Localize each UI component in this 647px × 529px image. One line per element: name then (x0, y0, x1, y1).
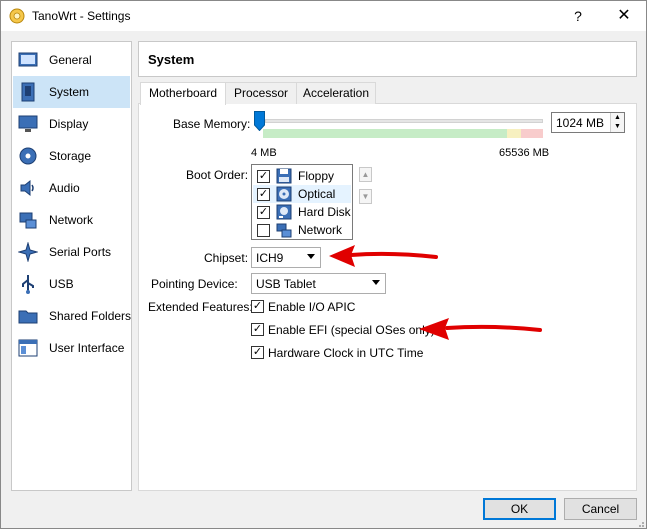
memory-danger-range (521, 129, 543, 138)
boot-item-network[interactable]: Network (253, 221, 351, 239)
optical-icon (276, 186, 292, 202)
boot-item-label: Network (298, 223, 343, 237)
checkbox-mark[interactable]: ✓ (251, 346, 264, 359)
base-memory-range-bar (263, 129, 543, 138)
sidebar-item-label: System (49, 85, 90, 99)
base-memory-value: 1024 MB (556, 116, 605, 130)
sidebar-item-general[interactable]: General (13, 44, 130, 76)
sidebar-item-label: Audio (49, 181, 80, 195)
move-down-button[interactable]: ▼ (359, 189, 372, 204)
sidebar-item-label: General (49, 53, 92, 67)
boot-item-floppy[interactable]: ✓ Floppy (253, 167, 351, 185)
title-bar: TanoWrt - Settings ? ✕ (1, 1, 646, 31)
system-icon (21, 82, 35, 102)
base-memory-spinbox[interactable]: 1024 MB ▲ ▼ (551, 112, 625, 133)
sidebar-item-label: Network (49, 213, 94, 227)
shared-folders-icon (18, 310, 38, 324)
base-memory-label: Base Memory: (173, 117, 251, 131)
page-title: System (148, 52, 195, 67)
settings-window: TanoWrt - Settings ? ✕ General System Di… (0, 0, 647, 529)
tab-panel-motherboard (138, 103, 637, 491)
serial-ports-icon (18, 242, 38, 262)
boot-item-checkbox[interactable]: ✓ (257, 188, 270, 201)
sidebar-item-label: Serial Ports (49, 245, 112, 259)
boot-item-checkbox[interactable]: ✓ (257, 170, 270, 183)
boot-order-label: Boot Order: (186, 168, 249, 182)
help-button[interactable]: ? (567, 5, 589, 27)
boot-item-checkbox[interactable]: ✓ (257, 206, 270, 219)
checkbox-label: Enable I/O APIC (268, 300, 356, 314)
general-icon (18, 52, 38, 67)
sidebar-item-label: Display (49, 117, 89, 131)
checkbox-mark[interactable]: ✓ (251, 323, 264, 336)
sidebar-item-serial-ports[interactable]: Serial Ports (13, 236, 130, 268)
sidebar-item-storage[interactable]: Storage (13, 140, 130, 172)
checkbox-label: Hardware Clock in UTC Time (268, 346, 424, 360)
pointing-device-value: USB Tablet (256, 277, 316, 291)
user-interface-icon (18, 339, 38, 357)
boot-order-list[interactable]: ✓ Floppy ✓ Optical ✓ Hard Disk Network (251, 164, 353, 240)
annotation-arrow-chipset (329, 245, 438, 267)
sidebar-item-usb[interactable]: USB (13, 268, 130, 300)
storage-icon (19, 147, 37, 165)
chevron-down-icon (372, 280, 380, 285)
sidebar-item-label: USB (49, 277, 74, 291)
memory-max-label: 65536 MB (499, 147, 550, 159)
display-icon (18, 115, 38, 132)
sidebar-item-network[interactable]: Network (13, 204, 130, 236)
checkbox-label: Enable EFI (special OSes only) (268, 323, 435, 337)
sidebar-item-shared-folders[interactable]: Shared Folders (13, 300, 132, 332)
sidebar-item-display[interactable]: Display (13, 108, 130, 140)
checkbox-mark[interactable]: ✓ (251, 300, 264, 313)
base-memory-slider-thumb[interactable] (254, 111, 265, 131)
chipset-label: Chipset: (204, 251, 249, 265)
audio-icon (20, 179, 34, 197)
annotation-arrow-efi (419, 318, 542, 340)
chipset-select[interactable]: ICH9 (251, 247, 321, 268)
memory-safe-range (263, 129, 507, 138)
memory-warn-range (507, 129, 521, 138)
base-memory-slider-track[interactable] (265, 119, 543, 123)
close-button[interactable]: ✕ (611, 5, 637, 27)
tab-acceleration[interactable]: Acceleration (296, 82, 376, 104)
network-boot-icon (276, 223, 292, 238)
window-title: TanoWrt - Settings (32, 9, 131, 23)
move-up-button[interactable]: ▲ (359, 167, 372, 182)
cancel-button[interactable]: Cancel (564, 498, 637, 520)
hard-disk-icon (276, 204, 292, 220)
boot-item-label: Hard Disk (298, 205, 351, 219)
settings-sidebar: General System Display Storage Audio Net… (11, 41, 132, 491)
chipset-value: ICH9 (256, 251, 284, 265)
floppy-icon (276, 168, 292, 184)
memory-min-label: 4 MB (251, 147, 277, 159)
tab-processor[interactable]: Processor (225, 82, 297, 104)
network-icon (19, 212, 37, 229)
pointing-device-label: Pointing Device: (151, 277, 238, 291)
boot-item-optical[interactable]: ✓ Optical (253, 185, 351, 203)
boot-item-hard-disk[interactable]: ✓ Hard Disk (253, 203, 351, 221)
boot-item-label: Optical (298, 187, 336, 201)
boot-item-checkbox[interactable] (257, 224, 270, 237)
resize-grip-icon[interactable] (635, 518, 645, 528)
pointing-device-select[interactable]: USB Tablet (251, 273, 386, 294)
sidebar-item-label: Storage (49, 149, 92, 163)
sidebar-item-label: User Interface (49, 341, 125, 355)
extended-features-label: Extended Features: (148, 300, 253, 314)
boot-item-label: Floppy (298, 169, 335, 183)
sidebar-item-audio[interactable]: Audio (13, 172, 130, 204)
chevron-down-icon (307, 254, 315, 259)
tab-motherboard[interactable]: Motherboard (140, 82, 226, 105)
sidebar-item-system[interactable]: System (13, 76, 130, 108)
usb-icon (22, 275, 34, 294)
spin-arrows[interactable]: ▲ ▼ (610, 113, 624, 132)
ok-button[interactable]: OK (483, 498, 556, 520)
virtualbox-app-icon (9, 8, 25, 24)
page-header: System (138, 41, 637, 77)
sidebar-item-user-interface[interactable]: User Interface (13, 332, 130, 364)
sidebar-item-label: Shared Folders (49, 309, 132, 323)
